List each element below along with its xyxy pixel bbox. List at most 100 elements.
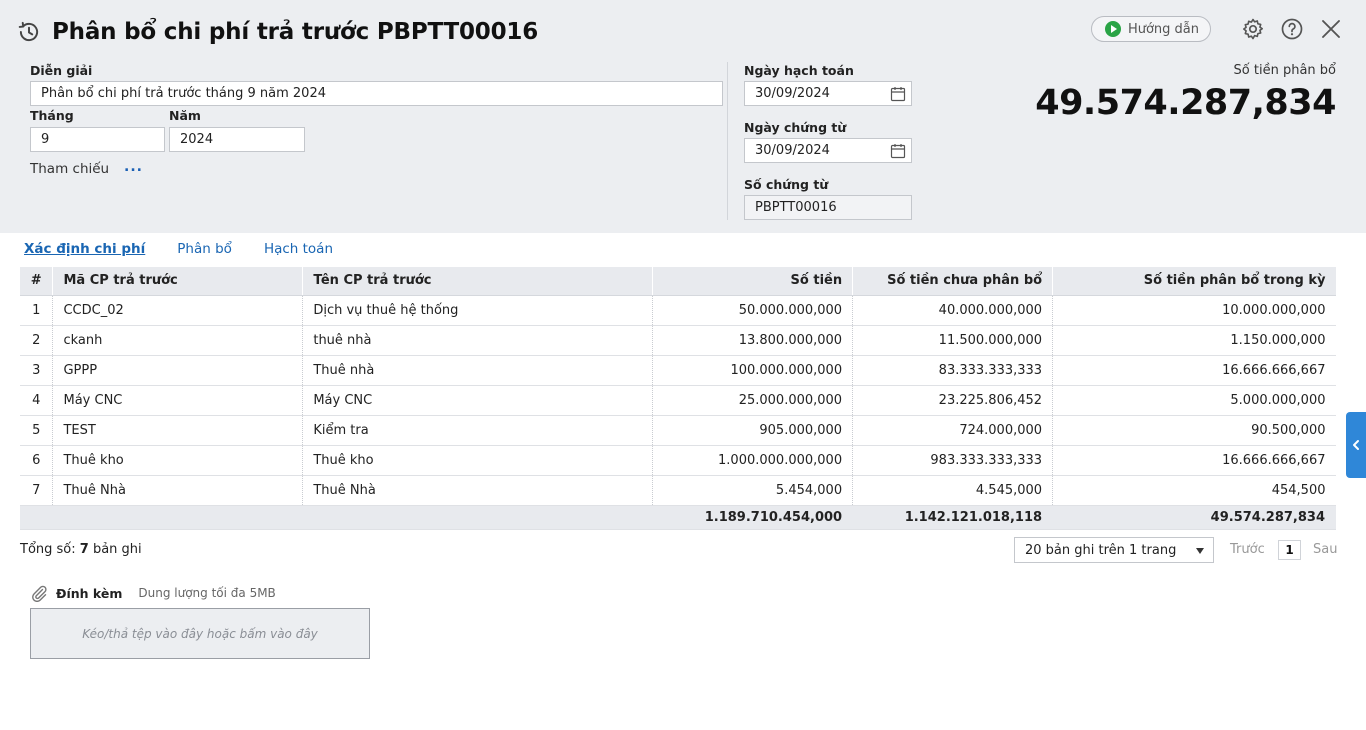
row-index: 2 (20, 325, 54, 356)
pager-current-page[interactable]: 1 (1278, 540, 1301, 560)
calendar-icon[interactable] (890, 86, 906, 102)
side-panel-toggle[interactable] (1346, 412, 1366, 478)
unallocated-amount: 40.000.000,000 (852, 295, 1054, 326)
cost-name: Máy CNC (302, 385, 654, 416)
unallocated-amount: 23.225.806,452 (852, 385, 1054, 416)
prepaid-cost-table: # Mã CP trả trước Tên CP trả trước Số ti… (20, 267, 1336, 530)
pager-prev-button[interactable]: Trước (1230, 542, 1265, 557)
column-header: # (20, 267, 54, 296)
page-size-value: 20 bản ghi trên 1 trang (1025, 542, 1177, 558)
help-icon (1281, 18, 1303, 40)
help-button[interactable] (1279, 16, 1305, 42)
cost-name: Thuê Nhà (302, 475, 654, 506)
row-index: 4 (20, 385, 54, 416)
description-label: Diễn giải (30, 63, 93, 78)
close-icon (1322, 20, 1340, 38)
attachment-dropzone[interactable]: Kéo/thả tệp vào đây hoặc bấm vào đây (30, 608, 370, 659)
table-row[interactable]: 4 Máy CNC Máy CNC 25.000.000,000 23.225.… (20, 385, 1336, 416)
chevron-left-icon (1353, 440, 1359, 450)
tab-accounting[interactable]: Hạch toán (264, 241, 333, 257)
record-count-prefix: Tổng số: (20, 542, 80, 557)
page-size-select[interactable]: 20 bản ghi trên 1 trang (1014, 537, 1214, 563)
table-row[interactable]: 7 Thuê Nhà Thuê Nhà 5.454,000 4.545,000 … (20, 475, 1336, 506)
table-row[interactable]: 5 TEST Kiểm tra 905.000,000 724.000,000 … (20, 415, 1336, 446)
history-icon[interactable] (16, 19, 42, 45)
cost-code: CCDC_02 (52, 295, 304, 326)
column-header[interactable]: Số tiền phân bổ trong kỳ (1052, 267, 1336, 296)
posting-date-label: Ngày hạch toán (744, 63, 854, 78)
page-title: Phân bổ chi phí trả trước PBPTT00016 (52, 19, 539, 45)
year-input[interactable]: 2024 (169, 127, 305, 152)
tab-determine-cost[interactable]: Xác định chi phí (24, 241, 145, 257)
tab-allocation[interactable]: Phân bổ (177, 241, 232, 257)
record-count: Tổng số: 7 bản ghi (20, 542, 142, 557)
row-index: 1 (20, 295, 54, 326)
amount: 100.000.000,000 (652, 355, 854, 386)
month-input[interactable]: 9 (30, 127, 165, 152)
calendar-icon[interactable] (890, 143, 906, 159)
total-spacer (52, 505, 304, 530)
cost-name: thuê nhà (302, 325, 654, 356)
cost-name: Dịch vụ thuê hệ thống (302, 295, 654, 326)
row-index: 5 (20, 415, 54, 446)
posting-date-value: 30/09/2024 (755, 86, 830, 101)
period-allocated-amount: 16.666.666,667 (1052, 355, 1336, 386)
cost-code: TEST (52, 415, 304, 446)
vertical-divider (727, 62, 728, 220)
posting-date-input[interactable]: 30/09/2024 (744, 81, 912, 106)
title-row: Phân bổ chi phí trả trước PBPTT00016 (16, 14, 538, 50)
settings-button[interactable] (1240, 16, 1266, 42)
cost-code: GPPP (52, 355, 304, 386)
record-count-value: 7 (79, 542, 89, 557)
voucher-date-label: Ngày chứng từ (744, 120, 847, 135)
cost-name: Thuê kho (302, 445, 654, 476)
guide-button[interactable]: Hướng dẫn (1090, 16, 1211, 42)
attachment-title: Đính kèm (56, 585, 123, 601)
description-input[interactable]: Phân bổ chi phí trả trước tháng 9 năm 20… (30, 81, 723, 106)
cost-name: Thuê nhà (302, 355, 654, 386)
column-header[interactable]: Tên CP trả trước (302, 267, 654, 296)
voucher-no-input[interactable]: PBPTT00016 (744, 195, 912, 220)
period-allocated-amount: 16.666.666,667 (1052, 445, 1336, 476)
amount: 25.000.000,000 (652, 385, 854, 416)
reference-link[interactable]: ... (124, 159, 143, 175)
row-index: 6 (20, 445, 54, 476)
voucher-date-input[interactable]: 30/09/2024 (744, 138, 912, 163)
cost-name: Kiểm tra (302, 415, 654, 446)
close-button[interactable] (1318, 16, 1344, 42)
table-row[interactable]: 1 CCDC_02 Dịch vụ thuê hệ thống 50.000.0… (20, 295, 1336, 326)
gear-icon (1243, 18, 1263, 40)
cost-code: Thuê kho (52, 445, 304, 476)
unallocated-amount: 983.333.333,333 (852, 445, 1054, 476)
table-row[interactable]: 3 GPPP Thuê nhà 100.000.000,000 83.333.3… (20, 355, 1336, 386)
column-header[interactable]: Mã CP trả trước (52, 267, 304, 296)
amount: 1.000.000.000,000 (652, 445, 854, 476)
attachment-hint: Dung lượng tối đa 5MB (138, 586, 276, 600)
period-allocated-amount: 454,500 (1052, 475, 1336, 506)
unallocated-amount: 83.333.333,333 (852, 355, 1054, 386)
tab-bar: Xác định chi phí Phân bổ Hạch toán (24, 241, 365, 257)
table-total-row: 1.189.710.454,000 1.142.121.018,118 49.5… (20, 505, 1336, 530)
unallocated-amount: 11.500.000,000 (852, 325, 1054, 356)
total-spacer (20, 505, 54, 530)
cost-code: ckanh (52, 325, 304, 356)
amount: 50.000.000,000 (652, 295, 854, 326)
paperclip-icon (32, 585, 47, 602)
period-allocated-amount: 1.150.000,000 (1052, 325, 1336, 356)
attachment-header: Đính kèm Dung lượng tối đa 5MB (30, 584, 276, 602)
table-header-row: # Mã CP trả trước Tên CP trả trước Số ti… (20, 267, 1336, 296)
pager-next-button[interactable]: Sau (1313, 542, 1337, 557)
column-header[interactable]: Số tiền chưa phân bổ (852, 267, 1054, 296)
column-header[interactable]: Số tiền (652, 267, 854, 296)
table-row[interactable]: 6 Thuê kho Thuê kho 1.000.000.000,000 98… (20, 445, 1336, 476)
period-allocated-amount: 10.000.000,000 (1052, 295, 1336, 326)
total-allocated: 49.574.287,834 (1052, 505, 1336, 530)
amount: 5.454,000 (652, 475, 854, 506)
voucher-date-value: 30/09/2024 (755, 143, 830, 158)
total-spacer (302, 505, 654, 530)
top-actions: Hướng dẫn (1090, 16, 1344, 42)
table-row[interactable]: 2 ckanh thuê nhà 13.800.000,000 11.500.0… (20, 325, 1336, 356)
year-label: Năm (169, 108, 201, 123)
record-count-suffix: bản ghi (88, 542, 142, 557)
allocated-amount-value: 49.574.287,834 (1035, 83, 1336, 123)
